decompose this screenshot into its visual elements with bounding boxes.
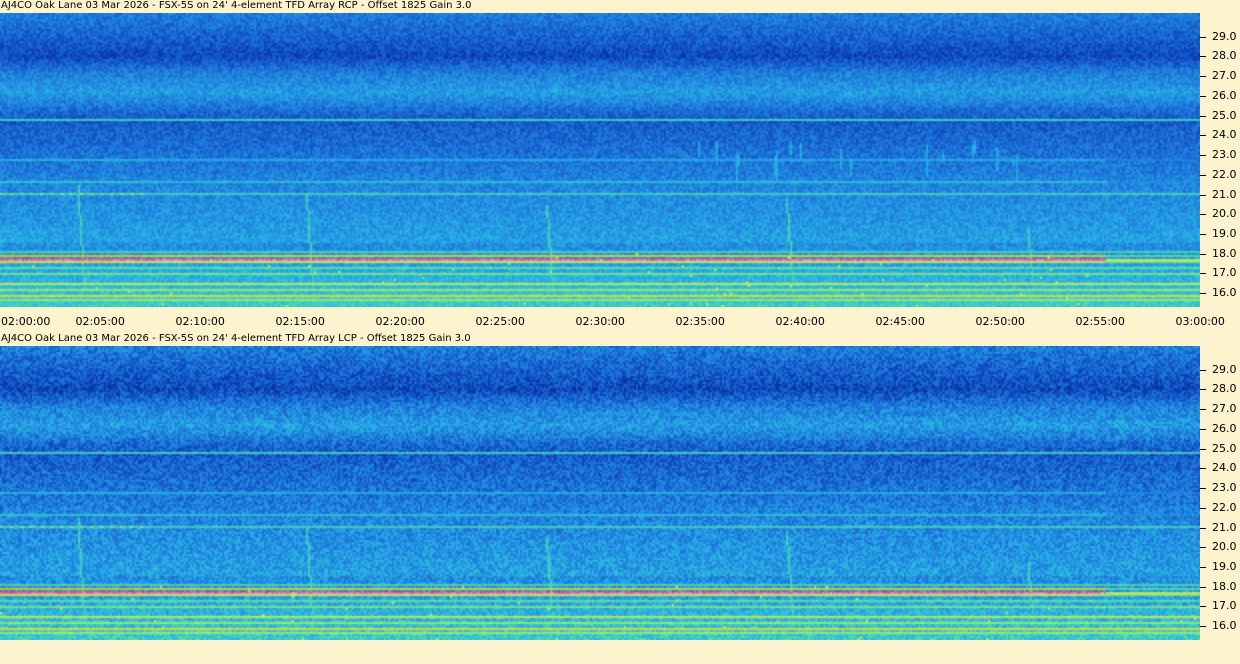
y-tick-label: 21.0 — [1212, 187, 1237, 201]
rcp-spectrogram-canvas — [0, 13, 1200, 307]
x-tick-label: 02:45:00 — [875, 315, 925, 328]
lcp-frequency-axis: 29.0 28.0 27.0 26.0 25.0 24.0 23.0 22.0 21.0 20.0… — [1200, 346, 1240, 640]
y-tick-label: 22.0 — [1212, 500, 1237, 514]
rcp-spectrogram — [0, 13, 1200, 307]
x-tick-label: 02:25:00 — [475, 315, 525, 328]
lcp-title: AJ4CO Oak Lane 03 Mar 2026 - FSX-5S on 2… — [1, 333, 471, 344]
x-tick-label: 02:35:00 — [675, 315, 725, 328]
y-tick-label: 29.0 — [1212, 362, 1237, 376]
y-tick-label: 19.0 — [1212, 559, 1237, 573]
y-tick-label: 27.0 — [1212, 402, 1237, 416]
x-tick-label: 02:55:00 — [1075, 315, 1125, 328]
y-tick-label: 28.0 — [1212, 382, 1237, 396]
y-tick — [1200, 253, 1206, 255]
x-tick-label: 02:05:00 — [75, 315, 125, 328]
lcp-panel: AJ4CO Oak Lane 03 Mar 2026 - FSX-5S on 2… — [0, 333, 1240, 664]
y-tick-label: 26.0 — [1212, 421, 1237, 435]
y-tick-label: 26.0 — [1212, 88, 1237, 102]
y-tick — [1200, 507, 1206, 509]
y-tick — [1200, 115, 1206, 117]
x-tick-label: 02:40:00 — [775, 315, 825, 328]
x-tick-label: 02:50:00 — [975, 315, 1025, 328]
y-tick — [1200, 389, 1206, 391]
x-tick-label: 02:30:00 — [575, 315, 625, 328]
y-tick — [1200, 448, 1206, 450]
x-tick-label: 02:15:00 — [275, 315, 325, 328]
x-tick-label: 03:00:00 — [1175, 315, 1225, 328]
y-tick — [1200, 194, 1206, 196]
y-tick — [1200, 488, 1206, 490]
lcp-spectrogram — [0, 346, 1200, 640]
y-tick — [1200, 428, 1206, 430]
y-tick — [1200, 547, 1206, 549]
y-tick — [1200, 174, 1206, 176]
y-tick-label: 20.0 — [1212, 540, 1237, 554]
y-tick — [1200, 56, 1206, 58]
x-tick-label: 02:10:00 — [175, 315, 225, 328]
y-tick — [1200, 626, 1206, 628]
y-tick — [1200, 214, 1206, 216]
y-tick-label: 24.0 — [1212, 128, 1237, 142]
y-tick — [1200, 155, 1206, 157]
y-tick-label: 23.0 — [1212, 148, 1237, 162]
y-tick-label: 17.0 — [1212, 266, 1237, 280]
y-tick — [1200, 273, 1206, 275]
y-tick — [1200, 409, 1206, 411]
y-tick — [1200, 36, 1206, 38]
y-tick — [1200, 233, 1206, 235]
y-tick-label: 25.0 — [1212, 108, 1237, 122]
y-tick-label: 25.0 — [1212, 441, 1237, 455]
y-tick — [1200, 527, 1206, 529]
y-tick — [1200, 293, 1206, 295]
y-tick-label: 17.0 — [1212, 599, 1237, 613]
rcp-title: AJ4CO Oak Lane 03 Mar 2026 - FSX-5S on 2… — [1, 0, 472, 11]
y-tick-label: 22.0 — [1212, 167, 1237, 181]
y-tick — [1200, 468, 1206, 470]
y-tick — [1200, 606, 1206, 608]
rcp-panel: AJ4CO Oak Lane 03 Mar 2026 - FSX-5S on 2… — [0, 0, 1240, 331]
y-tick-label: 20.0 — [1212, 207, 1237, 221]
y-tick — [1200, 586, 1206, 588]
y-tick-label: 18.0 — [1212, 246, 1237, 260]
y-tick — [1200, 566, 1206, 568]
x-tick-label: 02:20:00 — [375, 315, 425, 328]
y-tick — [1200, 135, 1206, 137]
y-tick — [1200, 369, 1206, 371]
y-tick-label: 16.0 — [1212, 286, 1237, 300]
y-tick-label: 19.0 — [1212, 226, 1237, 240]
rcp-frequency-axis: 29.0 28.0 27.0 26.0 25.0 24.0 23.0 22.0 21.0 20.0… — [1200, 13, 1240, 307]
y-tick — [1200, 95, 1206, 97]
time-axis: 02:00:00 02:05:00 02:10:00 02:15:00 02:20:00… — [0, 314, 1240, 330]
y-tick-label: 18.0 — [1212, 579, 1237, 593]
y-tick-label: 29.0 — [1212, 29, 1237, 43]
y-tick-label: 23.0 — [1212, 481, 1237, 495]
y-tick-label: 27.0 — [1212, 69, 1237, 83]
y-tick-label: 16.0 — [1212, 619, 1237, 633]
y-tick-label: 24.0 — [1212, 461, 1237, 475]
y-tick-label: 28.0 — [1212, 49, 1237, 63]
x-tick-label: 02:00:00 — [1, 315, 51, 328]
y-tick — [1200, 76, 1206, 78]
lcp-spectrogram-canvas — [0, 346, 1200, 640]
y-tick-label: 21.0 — [1212, 520, 1237, 534]
